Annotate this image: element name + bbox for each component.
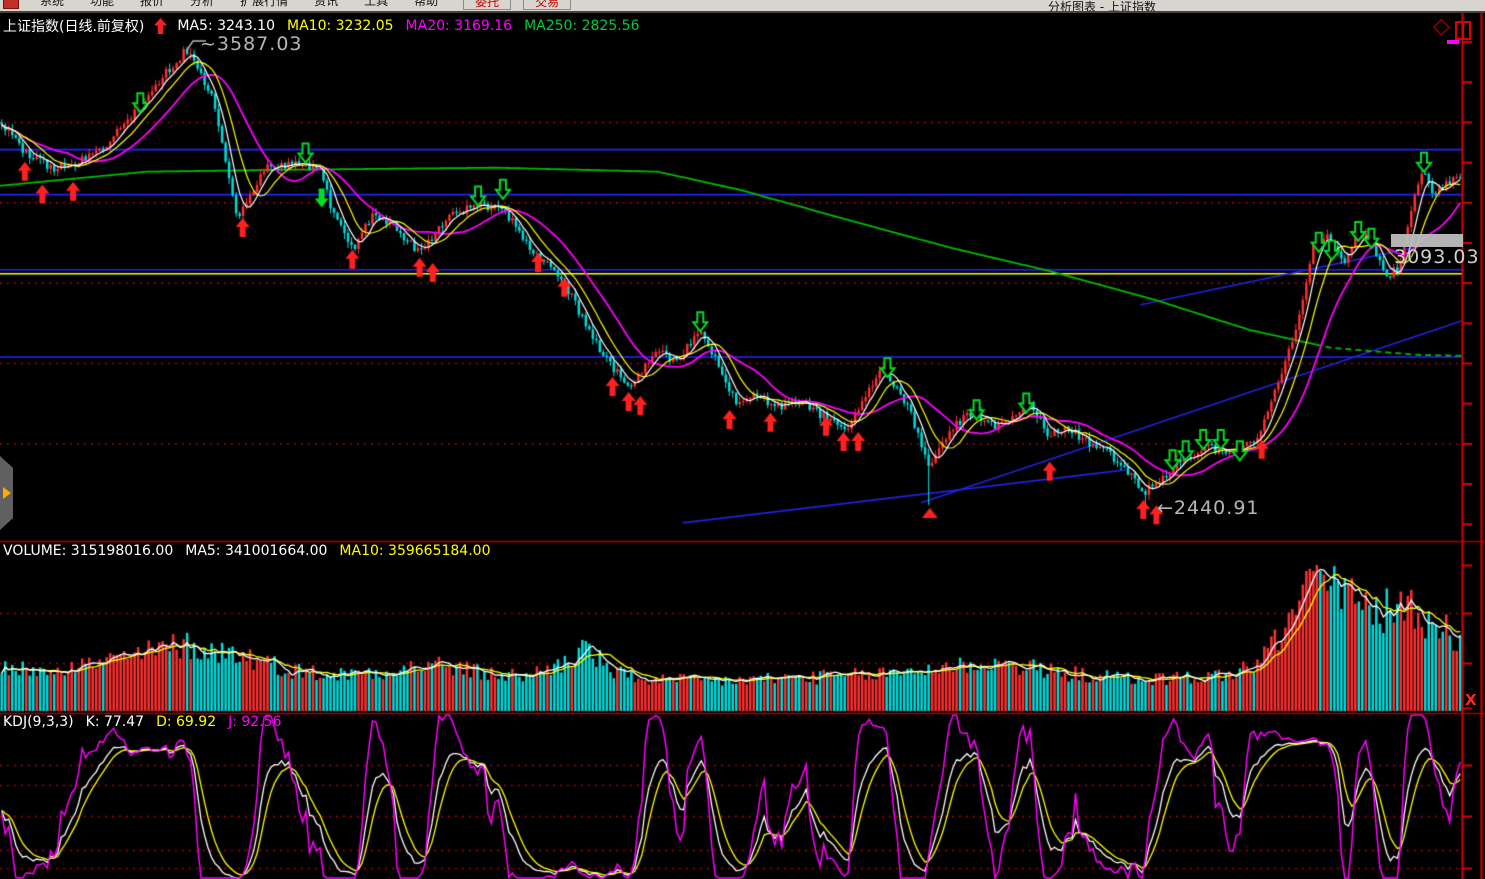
sidebar-flyout-handle[interactable] bbox=[0, 456, 13, 530]
chart-title: 上证指数(日线.前复权) bbox=[3, 16, 144, 36]
volume-pane-header: VOLUME: 315198016.00 MA5: 341001664.00 M… bbox=[3, 543, 490, 559]
kdj-j-value: J: 92.56 bbox=[228, 714, 281, 730]
main-pane-header: 上证指数(日线.前复权) MA5: 3243.10 MA10: 3232.05 … bbox=[3, 16, 640, 36]
up-arrow-icon bbox=[154, 18, 167, 34]
menu-item-system[interactable]: 系统 bbox=[27, 0, 77, 8]
trading-terminal-window: 系统 功能 报价 分析 扩展行情 资讯 工具 帮助 委托 交易 分析图表 - 上… bbox=[0, 0, 1485, 879]
high-price-label: ~3587.03 bbox=[200, 33, 303, 55]
ma20-value: MA20: 3169.16 bbox=[406, 18, 513, 34]
low-price-label: ←2440.91 bbox=[1157, 497, 1260, 519]
pane-close-button[interactable]: X bbox=[1465, 691, 1477, 709]
window-caption: 分析图表 - 上证指数 bbox=[1048, 0, 1156, 13]
menu-item-tools[interactable]: 工具 bbox=[351, 0, 401, 8]
kdj-pane-header: KDJ(9,3,3) K: 77.47 D: 69.92 J: 92.56 bbox=[3, 714, 281, 730]
window-restore-icon[interactable] bbox=[1455, 21, 1471, 40]
menu-bar: 系统 功能 报价 分析 扩展行情 资讯 工具 帮助 委托 交易 分析图表 - 上… bbox=[0, 0, 1485, 13]
menu-item-analysis[interactable]: 分析 bbox=[177, 0, 227, 8]
menu-item-quotes[interactable]: 报价 bbox=[127, 0, 177, 8]
ma5-value: MA5: 3243.10 bbox=[177, 18, 275, 34]
menu-item-function[interactable]: 功能 bbox=[77, 0, 127, 8]
kdj-title: KDJ(9,3,3) bbox=[3, 714, 74, 730]
volume-ma5-value: MA5: 341001664.00 bbox=[185, 543, 327, 559]
flyout-arrow-icon bbox=[3, 487, 11, 499]
app-icon[interactable] bbox=[3, 0, 19, 9]
volume-value: VOLUME: 315198016.00 bbox=[3, 543, 173, 559]
menu-item-trade[interactable]: 交易 bbox=[523, 0, 571, 10]
ma10-value: MA10: 3232.05 bbox=[287, 18, 394, 34]
menu-item-order[interactable]: 委托 bbox=[463, 0, 511, 10]
diamond-icon[interactable]: ◇ bbox=[1433, 14, 1450, 39]
kdj-k-value: K: 77.47 bbox=[86, 714, 144, 730]
chart-canvas[interactable] bbox=[0, 0, 1485, 879]
menu-item-help[interactable]: 帮助 bbox=[401, 0, 451, 8]
menu-item-extended[interactable]: 扩展行情 bbox=[227, 0, 301, 8]
ma250-value: MA250: 2825.56 bbox=[524, 18, 639, 34]
volume-ma10-value: MA10: 359665184.00 bbox=[339, 543, 490, 559]
magenta-dash bbox=[1447, 40, 1459, 44]
menu-item-news[interactable]: 资讯 bbox=[301, 0, 351, 8]
last-price-label: 3093.03 bbox=[1394, 246, 1480, 268]
kdj-d-value: D: 69.92 bbox=[156, 714, 216, 730]
